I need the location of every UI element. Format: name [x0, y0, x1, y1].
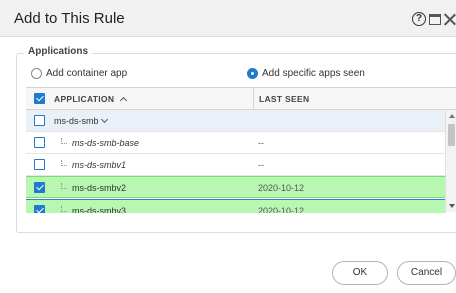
- row-last-seen: 2020-10-12: [258, 206, 305, 213]
- chevron-down-icon[interactable]: [100, 115, 108, 124]
- sort-ascending-icon: [120, 96, 128, 105]
- title-icons: ?: [412, 10, 456, 28]
- add-to-rule-dialog: Add to This Rule ? Applications Add cont…: [0, 0, 456, 293]
- applications-legend: Applications: [24, 46, 93, 57]
- table-row[interactable]: ms-ds-smb-base --: [26, 132, 446, 154]
- scroll-up-arrow-icon[interactable]: [449, 114, 455, 118]
- table-row-selected[interactable]: ms-ds-smbv3 2020-10-12: [26, 199, 446, 213]
- table-row-group[interactable]: ms-ds-smb: [26, 110, 446, 132]
- grid-scrollbar[interactable]: [445, 110, 456, 212]
- row-last-seen: 2020-10-12: [258, 183, 305, 193]
- row-app-name: ms-ds-smbv3: [72, 206, 127, 213]
- row-last-seen: --: [258, 138, 264, 148]
- close-icon[interactable]: [444, 12, 456, 26]
- tree-connector-icon: [61, 160, 67, 166]
- table-row-selected[interactable]: ms-ds-smbv2 2020-10-12: [26, 176, 446, 198]
- row-checkbox[interactable]: [34, 115, 45, 126]
- column-header-application[interactable]: APPLICATION: [54, 88, 128, 110]
- scroll-down-arrow-icon[interactable]: [449, 204, 455, 208]
- radio-unchecked-icon[interactable]: [31, 68, 42, 79]
- column-header-last-seen[interactable]: LAST SEEN: [259, 88, 309, 110]
- tree-connector-icon: [61, 138, 67, 144]
- row-app-name: ms-ds-smbv2: [72, 183, 127, 193]
- row-checkbox[interactable]: [34, 137, 45, 148]
- grid-header: APPLICATION LAST SEEN: [26, 88, 456, 110]
- tree-connector-icon: [61, 183, 67, 189]
- row-checkbox[interactable]: [34, 182, 45, 193]
- applications-grid: APPLICATION LAST SEEN ms-ds-smb ms-ds-sm…: [26, 87, 456, 213]
- row-app-name: ms-ds-smb-base: [72, 138, 140, 148]
- row-checkbox[interactable]: [34, 159, 45, 170]
- radio-checked-icon[interactable]: [247, 68, 258, 79]
- maximize-icon[interactable]: [429, 13, 441, 25]
- tree-connector-icon: [61, 206, 67, 212]
- row-last-seen: --: [258, 160, 264, 170]
- column-divider: [253, 88, 254, 110]
- scroll-thumb[interactable]: [448, 124, 455, 146]
- radio-add-container-app-label: Add container app: [46, 68, 128, 79]
- table-row[interactable]: ms-ds-smbv1 --: [26, 154, 446, 176]
- row-checkbox[interactable]: [34, 205, 45, 213]
- help-icon[interactable]: ?: [412, 12, 426, 26]
- radio-add-specific-apps-label: Add specific apps seen: [262, 68, 365, 79]
- dialog-title: Add to This Rule: [14, 10, 125, 27]
- cancel-button[interactable]: Cancel: [397, 261, 456, 285]
- row-app-name: ms-ds-smb: [54, 110, 108, 132]
- radio-add-specific-apps[interactable]: Add specific apps seen: [247, 68, 365, 79]
- dialog-titlebar: Add to This Rule ?: [0, 0, 456, 37]
- row-app-name-text: ms-ds-smb: [54, 116, 99, 126]
- row-app-name: ms-ds-smbv1: [72, 160, 127, 170]
- column-application-label: APPLICATION: [54, 94, 115, 104]
- ok-button[interactable]: OK: [332, 261, 388, 285]
- select-all-checkbox[interactable]: [34, 93, 45, 104]
- radio-add-container-app[interactable]: Add container app: [31, 68, 127, 79]
